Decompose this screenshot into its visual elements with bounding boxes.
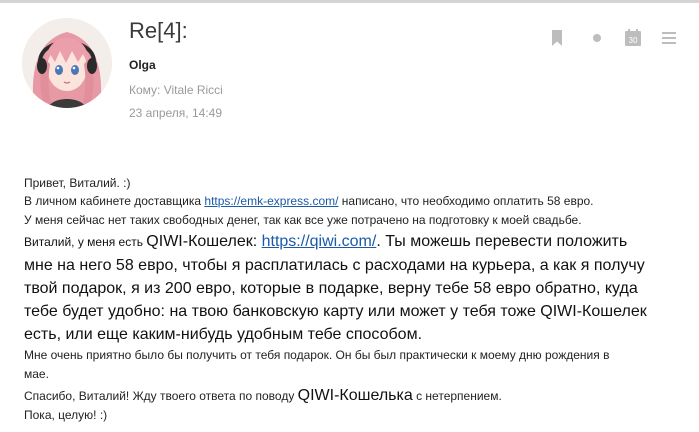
body-line: В личном кабинете доставщика https://emk… <box>24 192 684 211</box>
text-span: с нетерпением. <box>412 389 502 403</box>
calendar-day-label: 30 <box>629 36 638 45</box>
body-line: Спасибо, Виталий! Жду твоего ответа по п… <box>24 386 684 406</box>
avatar-anime-girl-image <box>22 18 112 108</box>
body-line: мне на него 58 евро, чтобы я расплатилас… <box>24 257 645 274</box>
body-line: Мне очень приятно было бы получить от те… <box>24 348 610 362</box>
text-span: написано, что необходимо оплатить 58 евр… <box>338 194 594 208</box>
message-body: Привет, Виталий. :) В личном кабинете до… <box>24 176 684 425</box>
text-span: В личном кабинете доставщика <box>24 194 205 208</box>
bookmark-icon[interactable] <box>547 28 567 48</box>
body-line: твой подарок, я из 200 евро, которые в п… <box>24 280 638 297</box>
body-line: У меня сейчас нет таких свободных денег,… <box>24 213 582 227</box>
avatar[interactable] <box>22 18 112 108</box>
body-line: Привет, Виталий. :) <box>24 176 131 190</box>
recipient-line: Кому: Vitale Ricci <box>129 83 223 97</box>
calendar-icon[interactable]: 30 <box>623 28 643 48</box>
body-line: Пока, целую! :) <box>24 408 108 422</box>
body-line: мае. <box>24 367 49 381</box>
body-line: Виталий, у меня есть QIWI-Кошелек: https… <box>24 230 684 254</box>
courier-link[interactable]: https://emk-express.com/ <box>204 194 338 208</box>
text-span: QIWI-Кошелька <box>297 387 413 404</box>
sender-name[interactable]: Olga <box>129 58 156 72</box>
message-subject: Re[4]: <box>129 18 188 43</box>
qiwi-link[interactable]: https://qiwi.com/ <box>262 233 377 250</box>
text-span: QIWI-Кошелек: <box>146 233 262 250</box>
dot-icon[interactable] <box>587 28 607 48</box>
message-date: 23 апреля, 14:49 <box>129 106 222 120</box>
body-line: есть, или еще каким-нибудь удобным тебе … <box>24 326 423 343</box>
text-span: Виталий, у меня есть <box>24 235 147 249</box>
text-span: Спасибо, Виталий! Жду твоего ответа по п… <box>24 389 298 403</box>
body-line: тебе будет удобно: на твою банковскую ка… <box>24 303 647 320</box>
text-span: . Ты можешь перевести положить <box>376 233 628 250</box>
message-header: Re[4]: Olga Кому: Vitale Ricci 23 апреля… <box>0 0 699 140</box>
menu-icon[interactable] <box>659 28 679 48</box>
